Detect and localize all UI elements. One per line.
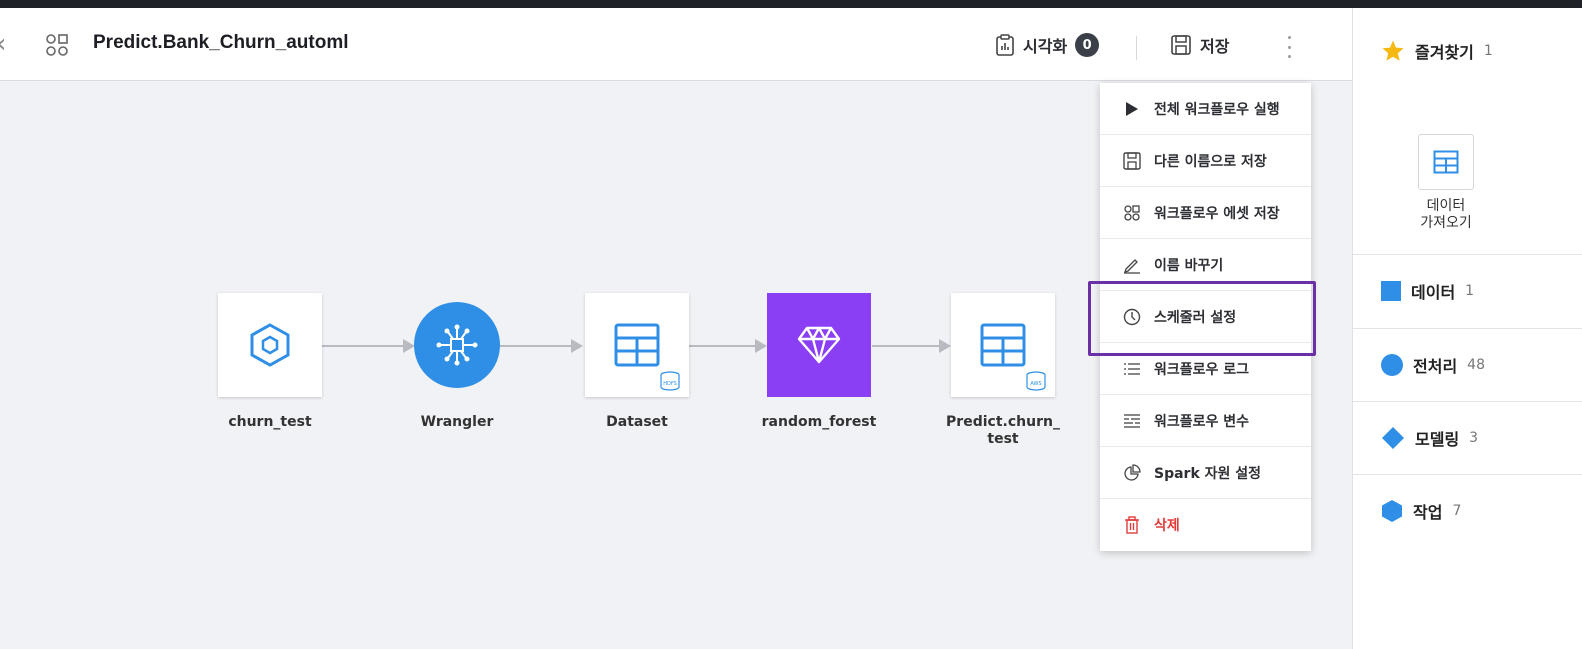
category-data[interactable]: 데이터 1 xyxy=(1353,278,1582,304)
more-options-icon[interactable] xyxy=(1286,36,1292,58)
menu-item-label: 이름 바꾸기 xyxy=(1154,257,1224,274)
edge-4 xyxy=(872,345,940,347)
visualize-label: 시각화 xyxy=(1023,37,1068,56)
save-icon xyxy=(1171,35,1191,55)
app-window: ‹ Predict.Bank_Churn_automl 시각화 0 xyxy=(0,8,1582,649)
edge-2-arrow xyxy=(571,339,583,353)
wrangler-icon xyxy=(436,324,478,366)
clipboard-chart-icon xyxy=(996,34,1014,56)
edge-3-arrow xyxy=(755,339,767,353)
svg-text:HDFS: HDFS xyxy=(663,381,677,387)
node-churn-test[interactable] xyxy=(218,293,322,397)
menu-item-save-as[interactable]: 다른 이름으로 저장 xyxy=(1100,135,1311,187)
save-button[interactable]: 저장 xyxy=(1170,30,1229,60)
menu-item-spark-resource-settings[interactable]: Spark 자원 설정 xyxy=(1100,447,1311,499)
menu-item-label: 전체 워크플로우 실행 xyxy=(1154,101,1280,118)
category-preprocessing[interactable]: 전처리 48 xyxy=(1353,352,1582,378)
favorites-label: 즐겨찾기 xyxy=(1415,43,1474,62)
play-icon xyxy=(1122,99,1142,119)
node-wrangler[interactable] xyxy=(414,302,500,388)
square-icon xyxy=(1381,281,1401,301)
table-icon xyxy=(614,323,660,367)
category-jobs[interactable]: 작업 7 xyxy=(1353,498,1582,524)
node-label: churn_test xyxy=(228,414,312,430)
category-label: 작업 xyxy=(1413,503,1443,522)
hexagon-icon xyxy=(250,323,290,367)
star-icon xyxy=(1382,40,1404,61)
favorites-count: 1 xyxy=(1483,43,1493,59)
right-panel: 즐겨찾기 1 데이터 가져오기 데이터 1 전처리 48 모델링 3 작업 7 xyxy=(1352,8,1582,649)
node-label-line1: Predict.churn_ xyxy=(946,414,1060,430)
menu-item-delete[interactable]: 삭제 xyxy=(1100,499,1311,551)
trash-icon xyxy=(1122,515,1142,535)
back-chevron-icon[interactable]: ‹ xyxy=(0,30,16,58)
panel-divider xyxy=(1353,401,1582,402)
circle-icon xyxy=(1381,354,1403,376)
category-label: 전처리 xyxy=(1413,357,1458,376)
node-label: Wrangler xyxy=(420,414,494,430)
save-label: 저장 xyxy=(1200,37,1230,56)
visualize-count-badge: 0 xyxy=(1075,33,1100,57)
category-label: 데이터 xyxy=(1411,283,1456,302)
panel-divider xyxy=(1353,328,1582,329)
hexagon-icon xyxy=(1382,500,1402,522)
edge-4-arrow xyxy=(939,339,951,353)
menu-item-label: 삭제 xyxy=(1154,518,1180,534)
highlight-box xyxy=(1088,281,1316,356)
svg-text:AWS: AWS xyxy=(1030,381,1041,387)
node-dataset[interactable]: HDFS xyxy=(585,293,689,397)
workflow-asset-icon xyxy=(1122,203,1142,223)
node-label: random_forest xyxy=(761,414,877,430)
category-modeling[interactable]: 모델링 3 xyxy=(1353,425,1582,451)
category-count: 48 xyxy=(1467,357,1485,373)
data-import-label: 데이터 가져오기 xyxy=(1393,198,1499,232)
data-import-label-line2: 가져오기 xyxy=(1420,215,1472,231)
header-divider xyxy=(1136,36,1137,60)
variables-icon xyxy=(1122,411,1142,431)
panel-divider xyxy=(1353,474,1582,475)
favorites-header[interactable]: 즐겨찾기 1 xyxy=(1353,38,1582,64)
category-count: 3 xyxy=(1469,430,1479,446)
category-count: 7 xyxy=(1452,503,1462,519)
category-label: 모델링 xyxy=(1415,430,1460,449)
node-label: Dataset xyxy=(606,414,668,430)
panel-divider xyxy=(1353,254,1582,255)
category-count: 1 xyxy=(1465,283,1475,299)
node-predict-churn-test[interactable]: AWS xyxy=(951,293,1055,397)
menu-item-label: 워크플로우 에셋 저장 xyxy=(1154,205,1280,222)
visualize-button[interactable]: 시각화 0 xyxy=(995,30,1100,60)
workflow-icon xyxy=(46,34,68,56)
menu-item-workflow-variables[interactable]: 워크플로우 변수 xyxy=(1100,395,1311,447)
data-import-label-line1: 데이터 xyxy=(1426,198,1466,214)
menu-item-label: 다른 이름으로 저장 xyxy=(1154,153,1267,170)
edge-3 xyxy=(689,345,756,347)
workflow-title: Predict.Bank_Churn_automl xyxy=(93,32,349,53)
node-random-forest[interactable] xyxy=(767,293,871,397)
menu-item-label: 워크플로우 로그 xyxy=(1154,361,1250,378)
edge-1 xyxy=(322,345,404,347)
pencil-icon xyxy=(1122,255,1142,275)
diamond-icon xyxy=(1382,427,1404,449)
edge-2 xyxy=(500,345,572,347)
node-label-line2: test xyxy=(987,431,1019,447)
pie-chart-icon xyxy=(1122,463,1142,483)
data-import-button[interactable] xyxy=(1418,134,1474,190)
menu-item-run-all[interactable]: 전체 워크플로우 실행 xyxy=(1100,83,1311,135)
table-icon xyxy=(1433,150,1459,174)
node-label: Predict.churn_ test xyxy=(928,414,1078,448)
menu-item-label: Spark 자원 설정 xyxy=(1154,465,1262,482)
hdfs-database-icon: HDFS xyxy=(660,371,680,391)
diamond-gem-icon xyxy=(797,326,841,364)
menu-item-save-workflow-asset[interactable]: 워크플로우 에셋 저장 xyxy=(1100,187,1311,239)
save-as-icon xyxy=(1122,151,1142,171)
list-icon xyxy=(1122,359,1142,379)
workflow-header: ‹ Predict.Bank_Churn_automl 시각화 0 xyxy=(0,8,1352,81)
aws-database-icon: AWS xyxy=(1026,371,1046,391)
menu-item-label: 워크플로우 변수 xyxy=(1154,413,1250,430)
table-icon xyxy=(980,323,1026,367)
